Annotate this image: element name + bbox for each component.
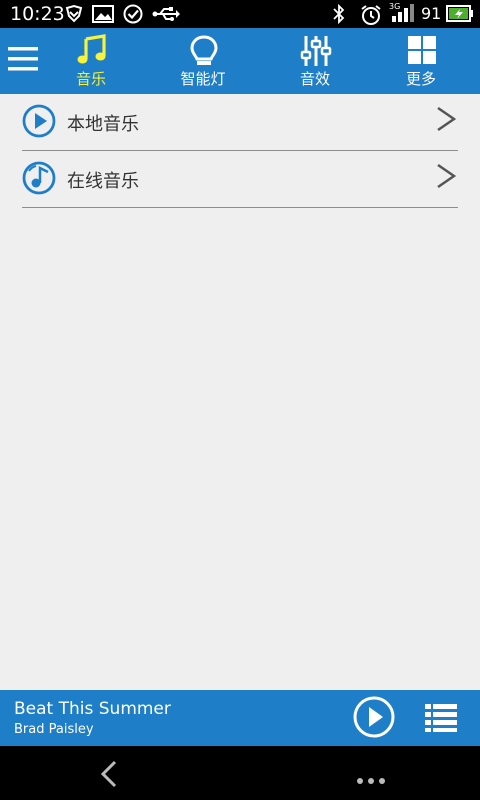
grid-icon — [408, 36, 436, 64]
back-arrow-icon — [100, 760, 117, 788]
disc-music-icon — [22, 161, 56, 199]
list-item-online-music[interactable]: 在线音乐 — [22, 151, 458, 208]
play-button[interactable] — [353, 696, 395, 742]
song-artist: Brad Paisley — [14, 722, 94, 737]
tab-music-label: 音乐 — [75, 70, 106, 88]
music-source-list: 本地音乐 在线音乐 — [22, 94, 458, 208]
tab-sound-effects[interactable]: 音效 — [270, 28, 360, 94]
bluetooth-icon — [332, 3, 346, 28]
checkmark-circle-icon — [123, 4, 143, 28]
song-title: Beat This Summer — [14, 699, 171, 719]
more-dots-icon — [357, 778, 385, 784]
image-icon — [92, 4, 114, 28]
chevron-right-icon — [436, 163, 457, 193]
tab-more-label: 更多 — [405, 70, 436, 88]
shield-check-icon — [64, 4, 84, 28]
list-item-local-music[interactable]: 本地音乐 — [22, 94, 458, 151]
network-type: 3G — [389, 2, 401, 11]
top-navigation-bar: 音乐 智能灯 音效 更多 — [0, 28, 480, 94]
back-button[interactable] — [100, 760, 118, 792]
play-circle-icon — [353, 696, 395, 738]
list-item-label: 本地音乐 — [67, 114, 139, 135]
playlist-icon — [425, 704, 457, 732]
tab-smart-light[interactable]: 智能灯 — [158, 28, 248, 94]
bulb-icon — [190, 35, 218, 65]
status-bar: 10:23 3G 91 — [0, 0, 480, 28]
play-circle-icon — [22, 104, 56, 142]
playlist-button[interactable] — [424, 703, 458, 737]
tab-sound-effects-label: 音效 — [299, 70, 330, 88]
music-note-icon — [77, 34, 106, 64]
system-navigation-bar — [0, 746, 480, 800]
tab-more[interactable]: 更多 — [376, 28, 466, 94]
battery-level: 91 — [421, 4, 442, 23]
battery-charging-icon — [446, 5, 474, 27]
list-item-label: 在线音乐 — [67, 171, 139, 192]
chevron-right-icon — [436, 106, 457, 136]
tab-smart-light-label: 智能灯 — [180, 70, 226, 88]
alarm-icon — [360, 4, 382, 30]
now-playing-bar[interactable]: Beat This Summer Brad Paisley — [0, 690, 480, 746]
overflow-menu-button[interactable] — [356, 770, 386, 789]
equalizer-icon — [300, 36, 332, 66]
status-time: 10:23 — [10, 3, 65, 25]
menu-button[interactable] — [6, 42, 40, 76]
tab-music[interactable]: 音乐 — [46, 28, 136, 94]
usb-icon — [152, 4, 180, 28]
hamburger-menu-icon — [8, 47, 38, 71]
